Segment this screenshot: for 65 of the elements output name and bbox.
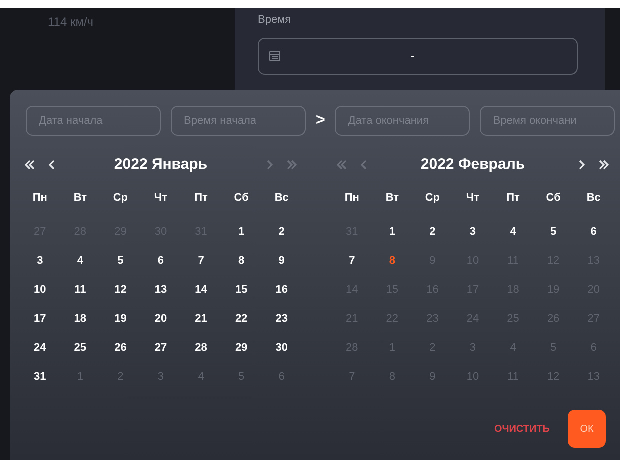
range-separator: >	[316, 111, 326, 131]
day-cell[interactable]: 5	[550, 224, 557, 241]
weekday-label: Пн	[344, 190, 360, 206]
day-cell[interactable]: 25	[74, 340, 87, 357]
speed-value: 114 км/ч	[48, 15, 94, 29]
weekday-label: Чт	[153, 190, 169, 206]
day-cell[interactable]: 7	[198, 253, 204, 270]
weekday-label: Пт	[506, 190, 521, 206]
weekday-label: Вт	[72, 190, 88, 206]
weekday-label: Пн	[32, 190, 48, 206]
weekday-label: Ср	[424, 190, 442, 206]
day-cell[interactable]: 6	[158, 253, 164, 270]
day-cell[interactable]: 26	[114, 340, 127, 357]
day-cell[interactable]: 4	[510, 224, 516, 241]
day-cell[interactable]: 28	[195, 340, 208, 357]
day-cell[interactable]: 3	[37, 253, 44, 270]
day-cell[interactable]: 6	[590, 224, 597, 241]
weekday-label: Сб	[545, 190, 562, 206]
time-field[interactable]: -	[258, 38, 578, 74]
month-title[interactable]: 2022 Февраль	[372, 154, 574, 176]
calendar-icon	[269, 50, 281, 62]
day-cell[interactable]: 8	[389, 253, 396, 270]
chevron-left-icon[interactable]	[47, 159, 57, 171]
day-cell[interactable]: 19	[114, 311, 127, 328]
weekday-label: Сб	[233, 190, 250, 206]
day-cell[interactable]: 23	[276, 311, 288, 328]
weekday-label: Вт	[384, 190, 400, 206]
day-cell[interactable]: 2	[278, 224, 285, 241]
chevron-right-icon[interactable]	[577, 159, 587, 171]
day-cell[interactable]: 13	[154, 282, 168, 299]
day-cell[interactable]: 7	[349, 253, 356, 270]
day-cell[interactable]: 15	[235, 282, 248, 299]
day-cell[interactable]: 18	[74, 311, 87, 328]
weekday-label: Пт	[194, 190, 209, 206]
field-label: Время	[258, 13, 292, 28]
day-cell[interactable]: 3	[470, 224, 476, 241]
day-cell[interactable]: 4	[77, 253, 84, 270]
day-cell[interactable]: 9	[278, 253, 285, 270]
weekday-label: Ср	[112, 190, 130, 206]
clear-button[interactable]: ОЧИСТИТЬ	[494, 422, 550, 436]
day-cell[interactable]: 1	[238, 224, 245, 241]
day-cell[interactable]: 20	[154, 311, 168, 328]
month-title[interactable]: 2022 Январь	[60, 154, 262, 176]
day-cell[interactable]: 16	[276, 282, 288, 299]
day-cell[interactable]: 12	[114, 282, 127, 299]
day-cell[interactable]: 24	[34, 340, 46, 357]
weekday-label: Вс	[586, 190, 602, 206]
weekday-label: Вс	[274, 190, 290, 206]
day-cell[interactable]: 14	[195, 282, 208, 299]
day-cell[interactable]: 10	[34, 282, 46, 299]
double-chevron-right-icon[interactable]	[597, 159, 611, 171]
day-cell[interactable]: 1	[389, 224, 396, 241]
day-cell[interactable]: 31	[34, 369, 46, 386]
day-cell[interactable]: 29	[235, 340, 248, 357]
day-cell[interactable]: 11	[74, 282, 86, 299]
day-cell[interactable]: 22	[235, 311, 248, 328]
day-cell[interactable]: 17	[34, 311, 46, 328]
day-cell[interactable]: 5	[118, 253, 124, 270]
day-cell[interactable]: 27	[154, 340, 168, 357]
day-cell[interactable]: 2	[430, 224, 436, 241]
double-chevron-left-icon[interactable]	[23, 159, 37, 171]
day-cell[interactable]: 21	[195, 311, 208, 328]
weekday-label: Чт	[465, 190, 481, 206]
day-cell[interactable]: 8	[238, 253, 245, 270]
day-cell[interactable]: 30	[276, 340, 288, 357]
